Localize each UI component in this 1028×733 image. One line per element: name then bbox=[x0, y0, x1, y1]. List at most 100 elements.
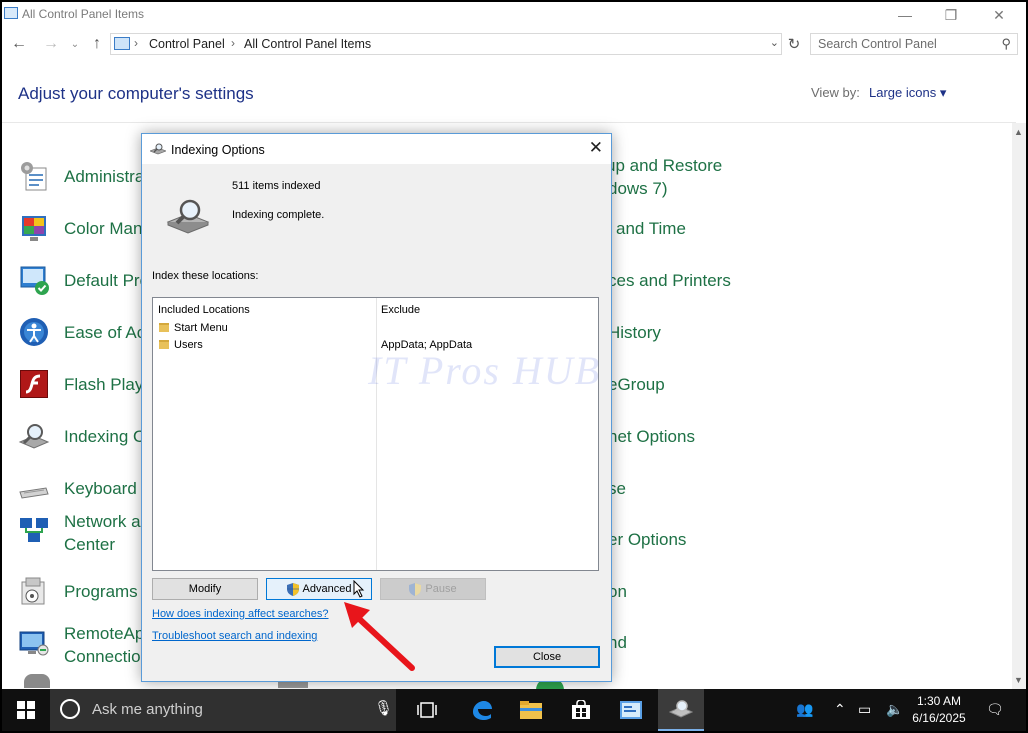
remoteapp-icon bbox=[19, 631, 49, 656]
people-icon[interactable]: 👥 bbox=[796, 701, 813, 718]
forward-arrow-icon[interactable]: → bbox=[40, 33, 62, 55]
volume-icon[interactable]: 🔈 bbox=[886, 701, 903, 718]
cp-item-label-line2[interactable]: Connection bbox=[64, 645, 150, 668]
edge-icon bbox=[473, 701, 492, 720]
indexing-options-icon bbox=[18, 424, 50, 449]
clock[interactable]: 1:30 AM 6/16/2025 bbox=[908, 693, 970, 727]
cp-item-date-time[interactable]: and Time bbox=[616, 217, 686, 240]
dialog-title: Indexing Options bbox=[171, 143, 265, 157]
address-bar[interactable]: › Control Panel › All Control Panel Item… bbox=[110, 33, 782, 55]
refresh-icon[interactable]: ↻ bbox=[784, 33, 804, 55]
pause-button[interactable]: Pause bbox=[380, 578, 486, 600]
cp-item-label[interactable]: Indexing O bbox=[64, 425, 146, 448]
how-indexing-affects-link[interactable]: How does indexing affect searches? bbox=[152, 608, 329, 620]
indexing-options-taskbar-button[interactable] bbox=[658, 689, 704, 731]
breadcrumb-control-panel[interactable]: Control Panel bbox=[149, 37, 225, 51]
close-button[interactable]: ✕ bbox=[976, 2, 1022, 28]
cp-item-internet-options[interactable]: net Options bbox=[608, 425, 695, 448]
search-icon[interactable]: ⚲ bbox=[1001, 36, 1011, 52]
search-box[interactable]: ⚲ bbox=[810, 33, 1018, 55]
taskbar: Ask me anything 🎙 👥 ⌃ ▭ 🔈 1:30 AM 6/16/2… bbox=[2, 689, 1026, 731]
cp-item-file-history[interactable]: History bbox=[608, 321, 661, 344]
scroll-down-icon[interactable]: ▼ bbox=[1014, 675, 1023, 685]
control-panel-icon bbox=[620, 701, 642, 719]
microphone-icon[interactable]: 🎙 bbox=[374, 699, 393, 717]
control-panel-taskbar-button[interactable] bbox=[608, 689, 654, 731]
folder-icon bbox=[159, 340, 169, 349]
start-button[interactable] bbox=[2, 689, 50, 731]
edge-button[interactable] bbox=[458, 689, 504, 731]
view-by-label: View by: bbox=[811, 85, 860, 100]
color-management-icon bbox=[22, 216, 46, 241]
indexing-options-icon bbox=[669, 700, 693, 718]
pause-button-label: Pause bbox=[425, 583, 457, 595]
scroll-up-icon[interactable]: ▲ bbox=[1014, 127, 1023, 137]
list-item[interactable]: Users bbox=[174, 339, 203, 351]
cp-item-label[interactable]: Flash Playe bbox=[64, 373, 153, 396]
chevron-up-icon[interactable]: ⌃ bbox=[834, 701, 846, 718]
task-view-button[interactable] bbox=[404, 689, 450, 731]
vertical-scrollbar[interactable]: ▲ ▼ bbox=[1012, 123, 1026, 689]
modify-button[interactable]: Modify bbox=[152, 578, 258, 600]
cortana-search-box[interactable]: Ask me anything 🎙 bbox=[50, 689, 396, 731]
navigation-bar: ← → ⌄ ↑ › Control Panel › All Control Pa… bbox=[2, 30, 1026, 58]
cp-item-label[interactable]: Network an bbox=[64, 510, 150, 533]
troubleshoot-link[interactable]: Troubleshoot search and indexing bbox=[152, 630, 317, 642]
network-icon[interactable]: ▭ bbox=[858, 701, 871, 718]
file-explorer-button[interactable] bbox=[508, 689, 554, 731]
indexing-status: Indexing complete. bbox=[232, 209, 325, 221]
cp-item-label[interactable]: Administra bbox=[64, 165, 144, 188]
search-input[interactable] bbox=[811, 34, 991, 54]
store-icon bbox=[572, 700, 590, 719]
default-programs-icon bbox=[20, 266, 49, 295]
uac-shield-icon bbox=[409, 582, 422, 596]
chevron-down-icon[interactable]: ⌄ bbox=[770, 36, 779, 49]
action-center-icon[interactable]: 🗨 bbox=[986, 701, 1004, 718]
cp-item-homegroup[interactable]: eGroup bbox=[608, 373, 665, 396]
cp-item-label[interactable]: Programs a bbox=[64, 580, 152, 603]
store-button[interactable] bbox=[558, 689, 604, 731]
column-header-included[interactable]: Included Locations bbox=[158, 304, 250, 316]
chevron-right-icon[interactable]: › bbox=[231, 36, 235, 50]
maximize-button[interactable]: ❐ bbox=[928, 2, 974, 28]
cp-item-backup-restore-line2[interactable]: dows 7) bbox=[608, 177, 668, 200]
up-arrow-icon[interactable]: ↑ bbox=[86, 33, 108, 55]
uac-shield-icon bbox=[286, 582, 299, 596]
cp-item-backup-restore[interactable]: up and Restore bbox=[606, 154, 722, 177]
cp-item-label[interactable]: Keyboard bbox=[64, 477, 137, 500]
control-panel-icon bbox=[114, 37, 130, 50]
folder-icon bbox=[159, 323, 169, 332]
cp-item-power-options[interactable]: er Options bbox=[608, 528, 686, 551]
task-view-icon bbox=[417, 702, 437, 718]
recent-dropdown-icon[interactable]: ⌄ bbox=[64, 33, 86, 55]
list-item[interactable]: Start Menu bbox=[174, 322, 228, 334]
items-indexed-count: 511 items indexed bbox=[232, 180, 321, 192]
cp-item-label[interactable]: Default Pro bbox=[64, 269, 149, 292]
close-dialog-button[interactable]: Close bbox=[494, 646, 600, 668]
advanced-button-label: Advanced bbox=[302, 583, 352, 595]
windows-logo-icon bbox=[17, 701, 35, 719]
keyboard-icon bbox=[19, 487, 49, 499]
cortana-search-text[interactable]: Ask me anything bbox=[92, 701, 203, 718]
mouse-cursor-icon bbox=[353, 580, 365, 598]
chevron-right-icon[interactable]: › bbox=[134, 36, 138, 50]
cp-item-label[interactable]: Color Mana bbox=[64, 217, 152, 240]
cp-item-label[interactable]: RemoteAp bbox=[64, 622, 144, 645]
clock-time: 1:30 AM bbox=[916, 694, 962, 708]
locations-label: Index these locations: bbox=[152, 270, 259, 282]
column-divider bbox=[376, 298, 377, 570]
back-arrow-icon[interactable]: ← bbox=[8, 33, 30, 55]
view-by-dropdown[interactable]: Large icons ▾ bbox=[869, 85, 946, 101]
locations-list[interactable]: Included Locations Exclude Start Menu Us… bbox=[152, 297, 599, 571]
programs-features-icon bbox=[21, 577, 45, 605]
ease-of-access-icon bbox=[20, 318, 48, 346]
cp-item-label-line2[interactable]: Center bbox=[64, 533, 115, 556]
divider bbox=[2, 122, 1016, 123]
dialog-title-bar: Indexing Options ✕ bbox=[142, 134, 611, 164]
dialog-close-icon[interactable]: ✕ bbox=[589, 138, 603, 158]
column-header-exclude[interactable]: Exclude bbox=[381, 304, 420, 316]
breadcrumb-all-items[interactable]: All Control Panel Items bbox=[244, 37, 371, 51]
minimize-button[interactable]: — bbox=[882, 2, 928, 28]
window-title: All Control Panel Items bbox=[22, 7, 145, 21]
cp-item-devices-printers[interactable]: ces and Printers bbox=[608, 269, 731, 292]
